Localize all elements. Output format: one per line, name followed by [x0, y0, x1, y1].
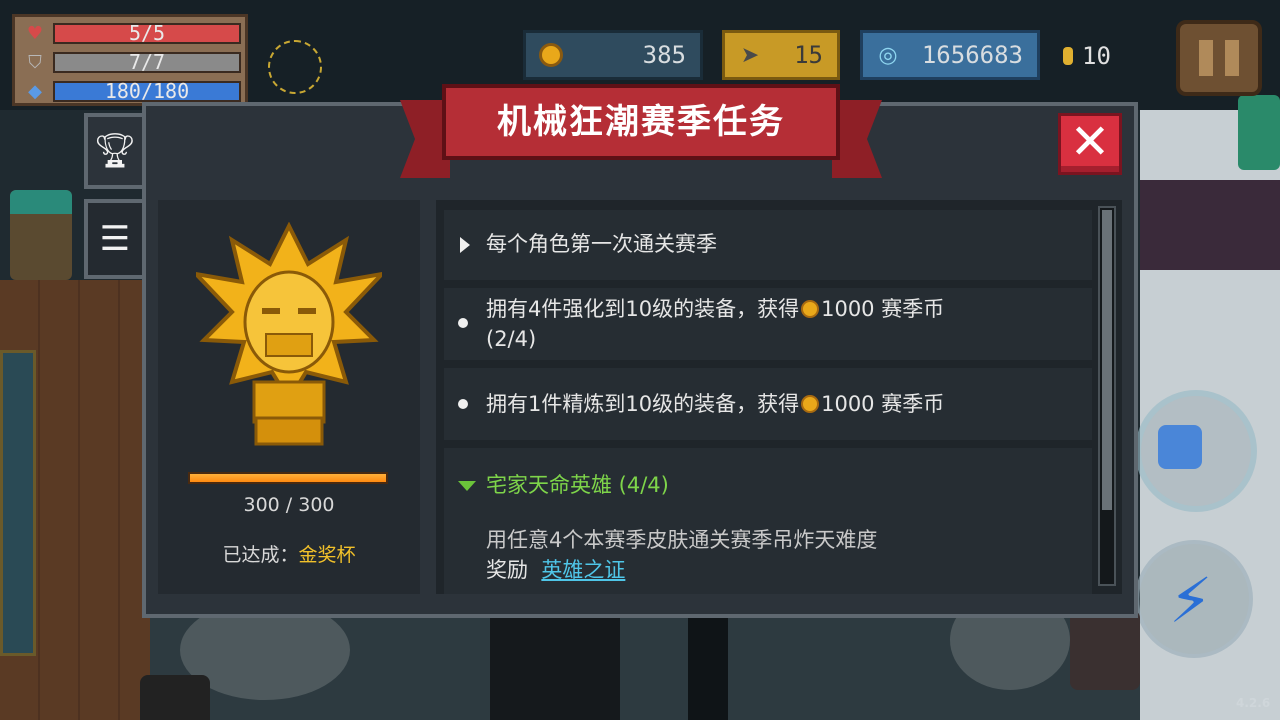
player-stats-panel: ♥ 5/5 ⛉ 7/7 ◆ 180/180 — [12, 14, 248, 106]
quest-text: 每个角色第一次通关赛季 — [486, 232, 717, 256]
fish-value: 15 — [794, 41, 823, 69]
energy-value: 180/180 — [104, 79, 190, 103]
armor-row: ⛉ 7/7 — [21, 50, 243, 74]
npc-character-player — [1070, 610, 1140, 690]
background-right-wall — [1140, 180, 1280, 270]
coin-icon — [801, 300, 820, 318]
skill-button[interactable]: ⚡ — [1135, 540, 1253, 658]
reward-link[interactable]: 英雄之证 — [541, 558, 625, 582]
fish-counter: ➤ 15 — [722, 30, 840, 80]
health-value: 5/5 — [128, 21, 166, 45]
armor-value: 7/7 — [128, 50, 166, 74]
shield-icon: ⛉ — [28, 51, 42, 73]
lamp-icon — [268, 40, 322, 94]
achieved-value: 金奖杯 — [298, 544, 356, 566]
npc-character-wizard — [1238, 95, 1280, 170]
quest-list[interactable]: 每个角色第一次通关赛季 拥有4件强化到10级的装备，获得 1000 赛季币 (2/… — [436, 200, 1122, 594]
gems-value: 1656683 — [921, 41, 1023, 69]
bullet-icon — [458, 399, 468, 409]
achieved-status: 已达成：金奖杯 — [158, 540, 420, 567]
quest-reward: 奖励 英雄之证 — [486, 555, 625, 585]
small-coin-value: 10 — [1082, 42, 1111, 70]
quest-text: 拥有4件强化到10级的装备，获得 1000 赛季币 (2/4) — [486, 297, 945, 351]
coin-icon — [801, 395, 820, 413]
gem-icon: ◎ — [878, 42, 898, 68]
gems-counter: ◎ 1656683 — [860, 30, 1040, 80]
quest-item[interactable]: 每个角色第一次通关赛季 — [444, 210, 1092, 280]
trophy-progress-fill — [190, 474, 386, 482]
energy-row: ◆ 180/180 — [21, 79, 243, 103]
triangle-down-icon — [458, 481, 476, 491]
bullet-icon — [458, 318, 468, 328]
list-icon: ☰ — [99, 219, 131, 259]
tab-list[interactable]: ☰ — [84, 199, 142, 279]
npc-character-knight — [140, 675, 210, 720]
weapon-icon — [1158, 425, 1202, 469]
gold-trophy-icon — [196, 222, 382, 446]
triangle-right-icon — [460, 237, 470, 253]
modal-title: 机械狂潮赛季任务 — [497, 102, 785, 142]
small-coin-icon — [1063, 47, 1073, 65]
coins-value: 385 — [642, 41, 686, 69]
pause-icon — [1199, 40, 1213, 76]
quest-title: 宅家天命英雄 (4/4) — [486, 473, 669, 497]
quest-progress: (2/4) — [486, 327, 537, 351]
version-label: 4.2.6 — [1236, 696, 1271, 710]
background-block — [490, 615, 620, 720]
quest-description: 用任意4个本赛季皮肤通关赛季吊炸天难度 — [486, 528, 878, 552]
coins-counter: 385 — [523, 30, 703, 80]
quest-scrollbar[interactable] — [1098, 206, 1116, 586]
quest-text: 拥有1件精炼到10级的装备，获得 1000 赛季币 — [486, 392, 945, 416]
scroll-thumb[interactable] — [1102, 210, 1112, 510]
quest-item[interactable]: 拥有1件精炼到10级的装备，获得 1000 赛季币 — [444, 368, 1092, 440]
trophy-progress-text: 300 / 300 — [243, 494, 335, 516]
coin-icon — [536, 40, 566, 70]
quest-item[interactable]: 拥有4件强化到10级的装备，获得 1000 赛季币 (2/4) — [444, 288, 1092, 360]
heart-icon: ♥ — [26, 22, 44, 44]
lightning-icon: ⚡ — [1169, 564, 1213, 637]
fish-icon: ➤ — [740, 42, 760, 68]
health-row: ♥ 5/5 — [21, 21, 243, 45]
pause-button[interactable] — [1176, 20, 1262, 96]
npc-character — [10, 190, 72, 280]
background-carpet — [0, 350, 36, 656]
close-icon: ✕ — [1069, 114, 1111, 170]
trophy-progress-bar — [188, 472, 388, 484]
reward-label: 奖励 — [486, 558, 528, 582]
diamond-icon: ◆ — [28, 80, 42, 102]
tab-trophy[interactable]: 🏆︎ — [84, 113, 142, 189]
close-button[interactable]: ✕ — [1058, 113, 1122, 175]
achieved-label: 已达成： — [222, 544, 299, 566]
quest-item-expanded[interactable]: 宅家天命英雄 (4/4) 用任意4个本赛季皮肤通关赛季吊炸天难度 奖励 英雄之证 — [444, 448, 1092, 594]
background-pillar — [688, 615, 728, 720]
trophy-icon: 🏆︎ — [93, 131, 137, 171]
